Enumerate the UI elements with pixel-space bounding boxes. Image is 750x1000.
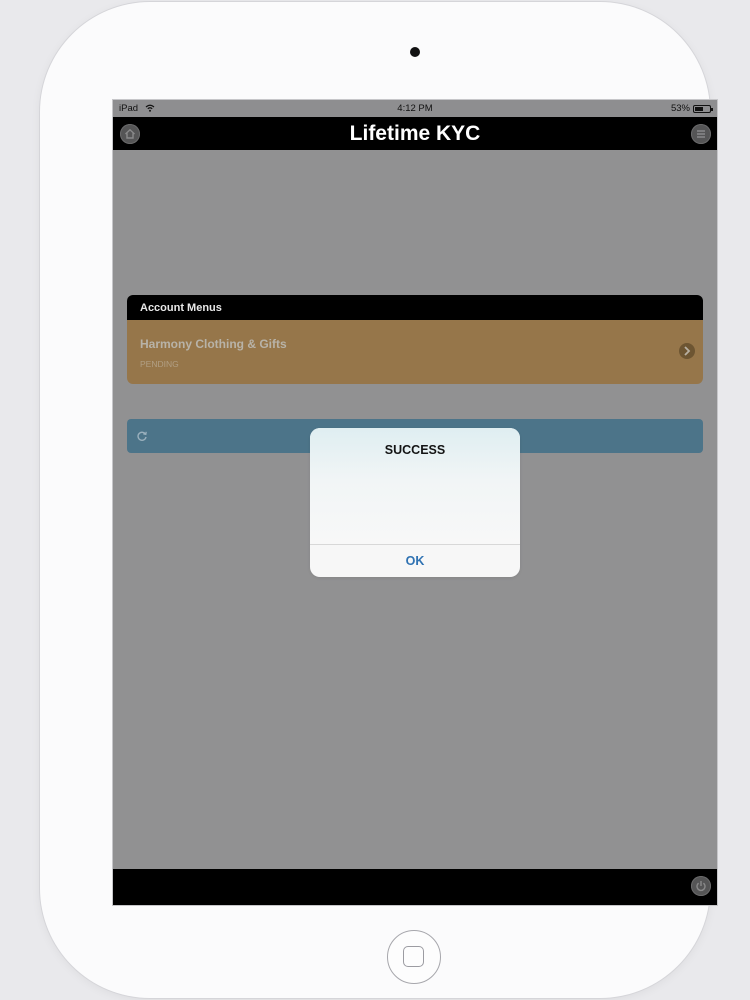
battery-icon	[693, 104, 713, 113]
account-name: Harmony Clothing & Gifts	[140, 337, 287, 351]
front-camera	[410, 47, 420, 57]
account-list-item[interactable]: Harmony Clothing & Gifts PENDING	[127, 320, 703, 384]
hardware-home-button[interactable]	[387, 930, 441, 984]
chevron-right-icon	[684, 346, 691, 356]
success-alert: SUCCESS OK	[310, 428, 520, 577]
app-title: Lifetime KYC	[349, 122, 481, 145]
menu-button[interactable]	[691, 124, 711, 144]
account-status: PENDING	[140, 359, 179, 369]
tablet-frame: iPad 4:12 PM 53% Lifetime KYC Account Me…	[40, 2, 717, 998]
power-button[interactable]	[691, 876, 711, 896]
battery-status: 53%	[670, 100, 713, 117]
app-footer	[113, 869, 717, 905]
battery-percent: 53%	[670, 103, 690, 114]
account-menus-heading: Account Menus	[127, 295, 703, 320]
status-time: 4:12 PM	[397, 103, 433, 114]
account-menus-card: Account Menus Harmony Clothing & Gifts P…	[127, 295, 703, 384]
home-square-icon	[403, 946, 424, 967]
alert-title: SUCCESS	[384, 443, 446, 457]
status-bar: iPad 4:12 PM 53%	[113, 100, 717, 117]
refresh-icon	[137, 431, 147, 441]
app-screen: iPad 4:12 PM 53% Lifetime KYC Account Me…	[113, 100, 717, 905]
menu-icon	[697, 130, 705, 138]
app-header: Lifetime KYC	[113, 117, 717, 150]
power-icon	[696, 881, 706, 892]
ok-button[interactable]: OK	[310, 545, 520, 577]
open-account-button[interactable]	[679, 343, 695, 359]
